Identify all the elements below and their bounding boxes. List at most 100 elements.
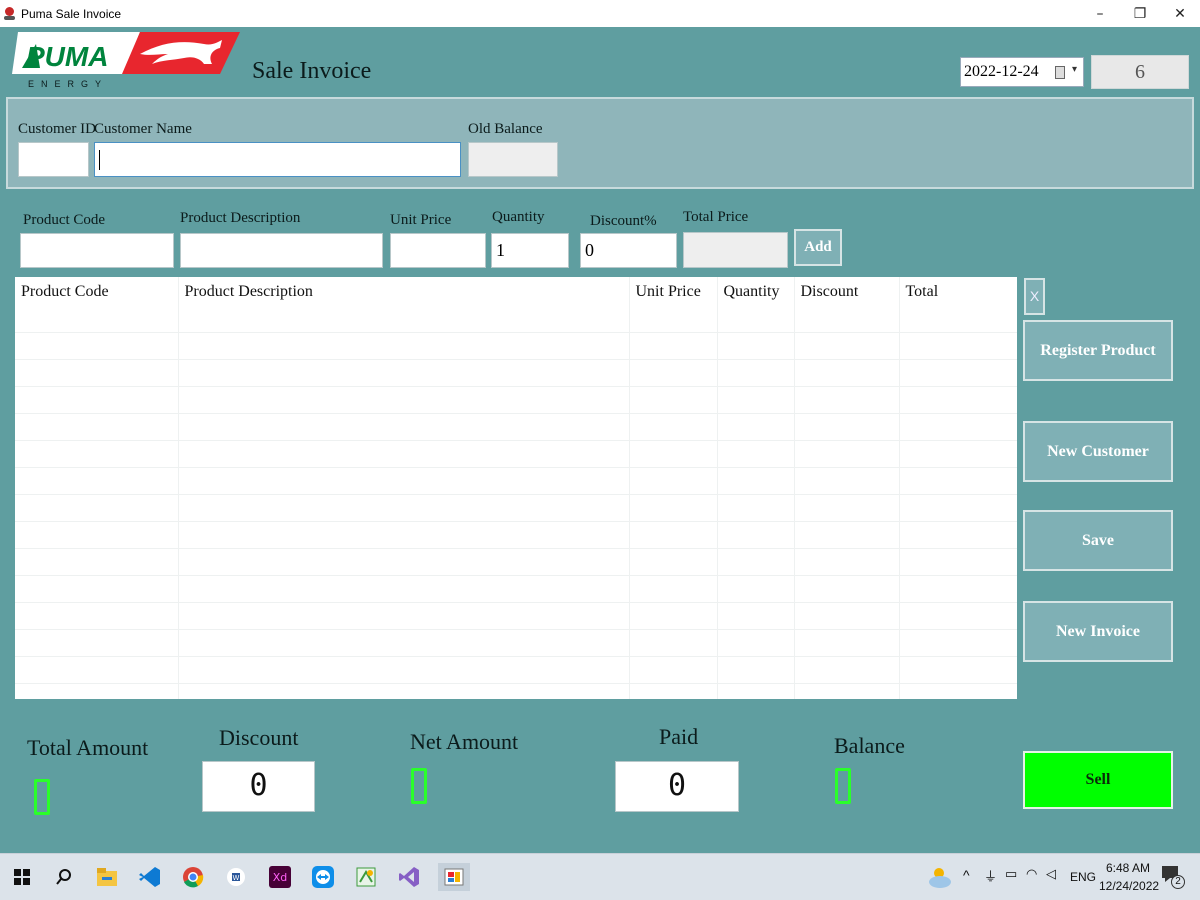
grid-cell[interactable] xyxy=(899,386,1017,414)
grid-cell[interactable] xyxy=(899,332,1017,360)
table-row[interactable] xyxy=(15,332,1017,360)
invoice-items-grid[interactable]: Product Code Product Description Unit Pr… xyxy=(15,277,1017,699)
table-row[interactable] xyxy=(15,629,1017,657)
grid-cell[interactable] xyxy=(899,467,1017,495)
app-icon[interactable] xyxy=(352,863,380,891)
grid-cell[interactable] xyxy=(178,359,630,387)
table-row[interactable] xyxy=(15,467,1017,495)
volume-icon[interactable]: ◁ xyxy=(1046,866,1056,882)
windows-icon[interactable] xyxy=(8,863,36,891)
grid-cell[interactable] xyxy=(15,548,179,576)
grid-cell[interactable] xyxy=(629,602,718,630)
grid-cell[interactable] xyxy=(717,548,795,576)
grid-cell[interactable] xyxy=(629,521,718,549)
grid-cell[interactable] xyxy=(717,332,795,360)
grid-cell[interactable] xyxy=(629,494,718,522)
usb-icon[interactable]: ⏚ xyxy=(984,866,997,885)
grid-cell[interactable] xyxy=(717,521,795,549)
discount-percent-input[interactable]: 0 xyxy=(580,233,677,268)
customer-id-input[interactable] xyxy=(18,142,89,177)
grid-cell[interactable] xyxy=(178,521,630,549)
remove-item-button[interactable]: X xyxy=(1024,278,1045,315)
grid-cell[interactable] xyxy=(178,548,630,576)
teamviewer-icon[interactable] xyxy=(309,863,337,891)
grid-cell[interactable] xyxy=(717,602,795,630)
table-row[interactable] xyxy=(15,359,1017,387)
save-button[interactable]: Save xyxy=(1023,510,1173,571)
grid-cell[interactable] xyxy=(178,467,630,495)
grid-cell[interactable] xyxy=(717,413,795,441)
grid-cell[interactable] xyxy=(794,386,900,414)
unit-price-input[interactable] xyxy=(390,233,486,268)
grid-cell[interactable] xyxy=(629,548,718,576)
grid-cell[interactable] xyxy=(794,521,900,549)
grid-cell[interactable] xyxy=(15,656,179,684)
grid-cell[interactable] xyxy=(629,656,718,684)
column-header-discount[interactable]: Discount xyxy=(794,277,900,333)
new-invoice-button[interactable]: New Invoice xyxy=(1023,601,1173,662)
running-app-icon[interactable] xyxy=(438,863,470,891)
grid-cell[interactable] xyxy=(178,386,630,414)
grid-cell[interactable] xyxy=(899,548,1017,576)
grid-cell[interactable] xyxy=(794,494,900,522)
table-row[interactable] xyxy=(15,602,1017,630)
chevron-down-icon[interactable]: ▾ xyxy=(1072,64,1077,75)
grid-cell[interactable] xyxy=(794,467,900,495)
clock-time[interactable]: 6:48 AM xyxy=(1106,861,1150,875)
column-header-unit-price[interactable]: Unit Price xyxy=(629,277,718,333)
table-row[interactable] xyxy=(15,575,1017,603)
grid-cell[interactable] xyxy=(717,359,795,387)
column-header-quantity[interactable]: Quantity xyxy=(717,277,795,333)
table-row[interactable] xyxy=(15,656,1017,684)
grid-cell[interactable] xyxy=(15,494,179,522)
close-button[interactable]: ✕ xyxy=(1160,0,1200,27)
grid-cell[interactable] xyxy=(629,386,718,414)
grid-cell[interactable] xyxy=(178,494,630,522)
grid-cell[interactable] xyxy=(794,413,900,441)
grid-cell[interactable] xyxy=(15,521,179,549)
language-indicator[interactable]: ENG xyxy=(1070,870,1096,884)
table-row[interactable] xyxy=(15,494,1017,522)
new-customer-button[interactable]: New Customer xyxy=(1023,421,1173,482)
grid-cell[interactable] xyxy=(629,440,718,468)
column-header-product-description[interactable]: Product Description xyxy=(178,277,630,333)
grid-cell[interactable] xyxy=(899,359,1017,387)
grid-cell[interactable] xyxy=(629,332,718,360)
grid-cell[interactable] xyxy=(899,521,1017,549)
paid-field[interactable]: 0 xyxy=(615,761,739,812)
grid-cell[interactable] xyxy=(629,467,718,495)
grid-cell[interactable] xyxy=(794,656,900,684)
grid-cell[interactable] xyxy=(794,629,900,657)
visual-studio-icon[interactable] xyxy=(395,863,423,891)
grid-cell[interactable] xyxy=(717,629,795,657)
register-product-button[interactable]: Register Product xyxy=(1023,320,1173,381)
table-row[interactable] xyxy=(15,548,1017,576)
old-balance-field[interactable] xyxy=(468,142,558,177)
grid-cell[interactable] xyxy=(15,413,179,441)
grid-cell[interactable] xyxy=(15,386,179,414)
grid-cell[interactable] xyxy=(629,683,718,699)
column-header-total[interactable]: Total xyxy=(899,277,1017,333)
grid-cell[interactable] xyxy=(899,440,1017,468)
calendar-icon[interactable] xyxy=(1055,66,1065,79)
discount-total-field[interactable]: 0 xyxy=(202,761,315,812)
chevron-up-icon[interactable]: ^ xyxy=(963,867,970,883)
grid-cell[interactable] xyxy=(178,602,630,630)
grid-cell[interactable] xyxy=(899,683,1017,699)
grid-cell[interactable] xyxy=(899,494,1017,522)
grid-cell[interactable] xyxy=(629,575,718,603)
file-explorer-icon[interactable] xyxy=(93,863,121,891)
grid-cell[interactable] xyxy=(629,359,718,387)
grid-cell[interactable] xyxy=(899,602,1017,630)
grid-cell[interactable] xyxy=(717,467,795,495)
restore-button[interactable]: ❐ xyxy=(1120,0,1160,27)
grid-cell[interactable] xyxy=(899,413,1017,441)
grid-cell[interactable] xyxy=(794,683,900,699)
grid-cell[interactable] xyxy=(178,629,630,657)
grid-cell[interactable] xyxy=(178,656,630,684)
weather-icon[interactable] xyxy=(925,864,953,890)
grid-cell[interactable] xyxy=(899,575,1017,603)
grid-cell[interactable] xyxy=(629,629,718,657)
grid-cell[interactable] xyxy=(899,629,1017,657)
grid-cell[interactable] xyxy=(15,332,179,360)
